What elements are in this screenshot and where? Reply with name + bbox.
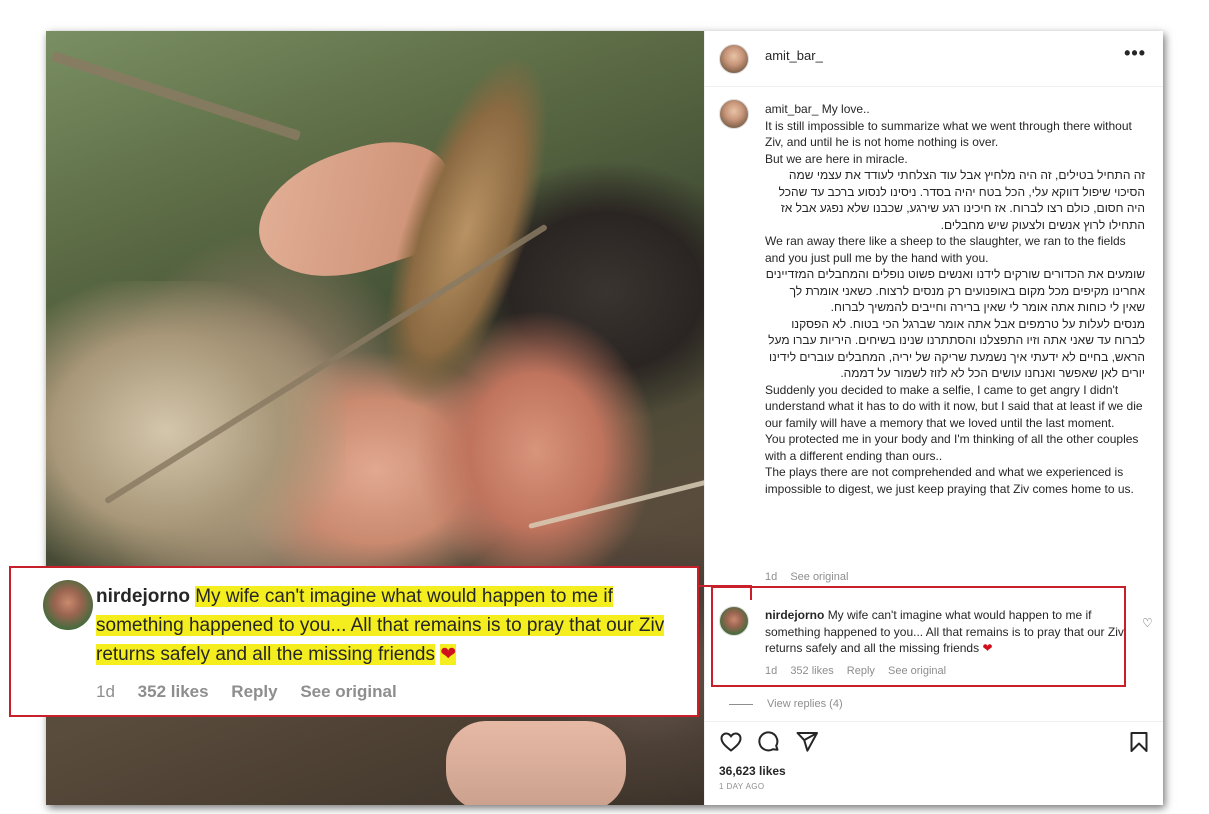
author-username[interactable]: amit_bar_ — [765, 48, 823, 63]
reply-link[interactable]: Reply — [847, 665, 875, 677]
comment: nirdejorno My wife can't imagine what wo… — [765, 607, 1125, 657]
commenter-avatar[interactable] — [719, 606, 749, 636]
post-actions-bar: 36,623 likes 1 DAY AGO — [705, 721, 1163, 805]
callout-red-heart-emoji: ❤ — [440, 644, 457, 665]
caption-author-avatar[interactable] — [719, 99, 749, 129]
see-original-link[interactable]: See original — [790, 571, 848, 583]
annotation-connector — [750, 585, 752, 600]
caption-paragraph: It is still impossible to summarize what… — [765, 118, 1132, 150]
comment-likes[interactable]: 352 likes — [790, 665, 833, 677]
author-avatar[interactable] — [719, 44, 749, 74]
comment-meta: 1d 352 likes Reply See original — [765, 665, 956, 677]
more-options-icon[interactable]: ••• — [1124, 43, 1146, 64]
annotation-connector — [699, 585, 752, 587]
caption-paragraph: The plays there are not comprehended and… — [765, 465, 1134, 496]
caption-paragraph: זה התחיל בטילים, זה היה מלחיץ אבל עוד הצ… — [778, 168, 1145, 232]
caption-paragraph: We ran away there like a sheep to the sl… — [765, 234, 1126, 265]
callout-reply: Reply — [231, 682, 278, 701]
comment-age: 1d — [765, 665, 778, 677]
photo-detail-branch — [528, 478, 704, 529]
callout-commenter-avatar — [43, 580, 93, 630]
comment-see-original-link[interactable]: See original — [888, 665, 946, 677]
caption-age: 1d — [765, 571, 778, 583]
post-time-ago: 1 DAY AGO — [719, 782, 765, 791]
send-icon[interactable] — [795, 730, 819, 754]
photo-detail-hair — [46, 281, 346, 581]
view-replies-label: View replies (4) — [767, 698, 843, 710]
post-header: amit_bar_ ••• — [705, 31, 1163, 87]
comment-icon[interactable] — [757, 730, 781, 754]
likes-count[interactable]: 36,623 likes — [719, 764, 786, 778]
commenter-username[interactable]: nirdejorno — [765, 608, 824, 622]
photo-detail-hand — [446, 721, 626, 805]
caption-paragraph: You protected me in your body and I'm th… — [765, 432, 1139, 463]
callout-age: 1d — [96, 682, 115, 701]
callout-comment: nirdejorno My wife can't imagine what wo… — [96, 582, 696, 669]
caption-paragraph: Suddenly you decided to make a selfie, I… — [765, 382, 1143, 430]
post-caption: amit_bar_ My love.. It is still impossibl… — [765, 101, 1145, 497]
callout-see-original: See original — [300, 682, 397, 701]
caption-paragraph: שומעים את הכדורים שורקים לידנו ואנשים פש… — [765, 267, 1145, 314]
caption-meta: 1d See original — [765, 571, 858, 583]
view-replies-link[interactable]: View replies (4) — [729, 698, 843, 710]
zoomed-comment-callout: nirdejorno My wife can't imagine what wo… — [9, 566, 699, 717]
photo-detail-branch — [50, 51, 302, 141]
bookmark-icon[interactable] — [1127, 730, 1151, 754]
callout-comment-meta: 1d 352 likes Reply See original — [96, 682, 415, 702]
heart-icon[interactable] — [719, 730, 743, 754]
caption-paragraph: But we are here in miracle. — [765, 151, 908, 166]
caption-paragraph: מנסים לעלות על טרמפים אבל אתה אומר שברגל… — [768, 316, 1145, 381]
caption-paragraph: amit_bar_ My love.. — [765, 101, 1145, 118]
callout-likes: 352 likes — [137, 682, 209, 701]
caption-first-line: My love.. — [821, 102, 870, 116]
callout-username: nirdejorno — [96, 586, 190, 607]
caption-username[interactable]: amit_bar_ — [765, 102, 822, 116]
comment-heart-outline-icon[interactable]: ♡ — [1142, 616, 1153, 630]
red-heart-emoji: ❤ — [982, 641, 993, 655]
post-side-panel: amit_bar_ ••• amit_bar_ My love.. It is s… — [704, 31, 1163, 805]
